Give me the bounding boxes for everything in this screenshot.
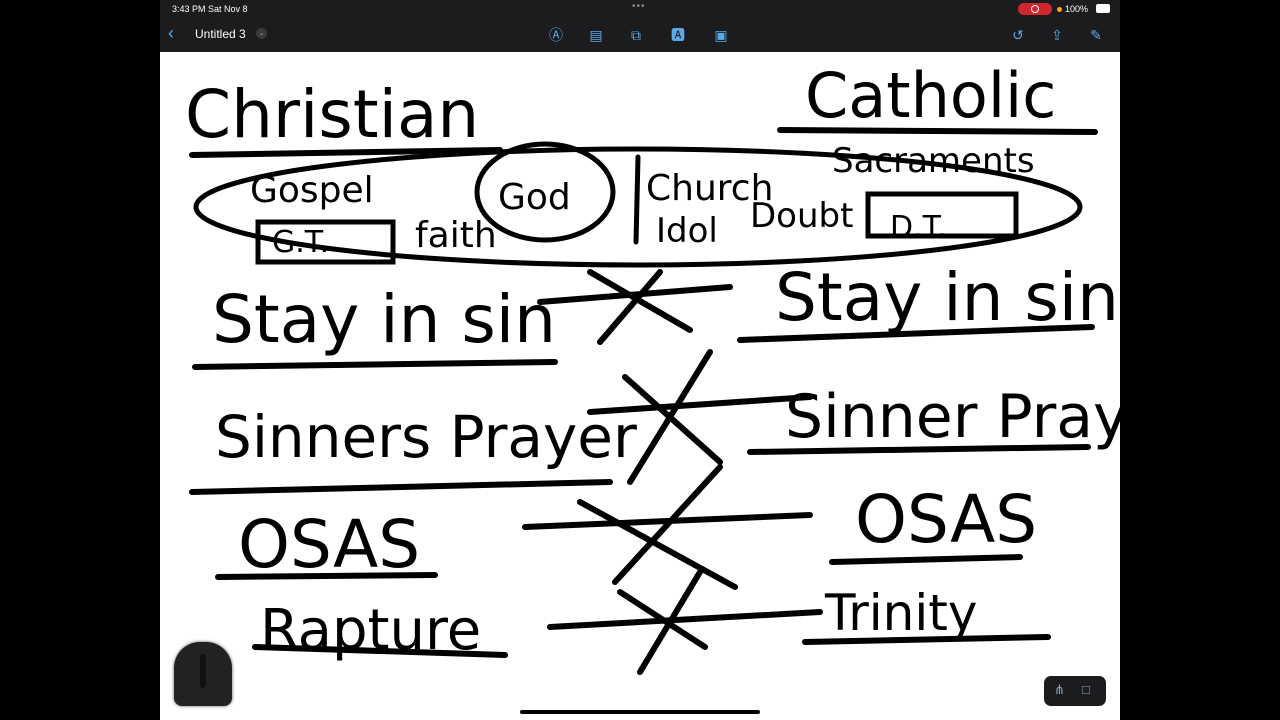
dt-label: D.T. xyxy=(890,210,947,245)
handwriting-layer: Christian Catholic Gospel God faith G.T.… xyxy=(185,59,1120,675)
status-bar: 3:43 PM Sat Nov 8 ••• 100% xyxy=(160,0,1120,18)
doubt-label: Doubt xyxy=(750,196,853,236)
underline-left-1 xyxy=(189,479,613,495)
left-item-1: Sinners Prayer xyxy=(215,403,637,471)
cross-mark-4 xyxy=(547,569,823,675)
faith-label: faith xyxy=(415,215,497,256)
media-icon[interactable]: ▣ xyxy=(711,25,731,45)
undo-icon[interactable]: ↺ xyxy=(1008,25,1028,45)
left-item-0: Stay in sin xyxy=(212,281,556,358)
text-box-icon[interactable]: 🅰 xyxy=(668,25,688,45)
drawing-canvas[interactable]: Christian Catholic Gospel God faith G.T.… xyxy=(160,52,1120,720)
status-time: 3:43 PM Sat Nov 8 xyxy=(172,4,248,14)
sticky-note-icon[interactable]: ▤ xyxy=(586,25,606,45)
divider-line xyxy=(633,154,641,245)
cross-mark-1 xyxy=(537,269,733,345)
share-icon[interactable]: ⇪ xyxy=(1047,25,1067,45)
right-item-2: OSAS xyxy=(855,481,1037,558)
battery-icon xyxy=(1096,4,1110,13)
heading-catholic: Catholic xyxy=(805,59,1056,132)
ipad-screen: 3:43 PM Sat Nov 8 ••• 100% ‹ Untitled 3 … xyxy=(160,0,1120,720)
connector-icon[interactable]: ⋔ xyxy=(1054,682,1065,698)
idol-label: Idol xyxy=(656,211,718,251)
underline-catholic xyxy=(777,127,1098,135)
canvas-controls: ⋔ □ xyxy=(1044,676,1106,706)
document-title[interactable]: Untitled 3 xyxy=(195,27,246,41)
underline-left-0 xyxy=(192,359,558,370)
pen-tool-icon[interactable]: Ⓐ xyxy=(546,25,566,45)
compose-icon[interactable]: ✎ xyxy=(1086,25,1106,45)
multitasking-dots[interactable]: ••• xyxy=(632,1,646,12)
title-chevron-down-icon[interactable]: ⌄ xyxy=(256,28,267,39)
right-item-0: Stay in sin xyxy=(775,259,1119,336)
pencil-palette-button[interactable] xyxy=(174,642,232,706)
select-icon[interactable]: □ xyxy=(1082,682,1090,697)
right-item-1: Sinner Prayer xyxy=(785,382,1120,452)
screen-recording-icon[interactable] xyxy=(1018,3,1052,15)
heading-christian: Christian xyxy=(185,76,479,153)
toolbar: ‹ Untitled 3 ⌄ Ⓐ ▤ ⧉ 🅰 ▣ ↺ ⇪ ✎ xyxy=(160,18,1120,52)
back-button[interactable]: ‹ xyxy=(168,23,174,44)
god-label: God xyxy=(498,177,571,218)
shapes-icon[interactable]: ⧉ xyxy=(626,25,646,45)
left-item-2: OSAS xyxy=(238,506,420,583)
underline-left-2 xyxy=(215,572,438,580)
home-indicator[interactable] xyxy=(520,710,760,714)
right-item-3: Trinity xyxy=(824,584,977,642)
battery-percent: 100% xyxy=(1057,4,1088,14)
